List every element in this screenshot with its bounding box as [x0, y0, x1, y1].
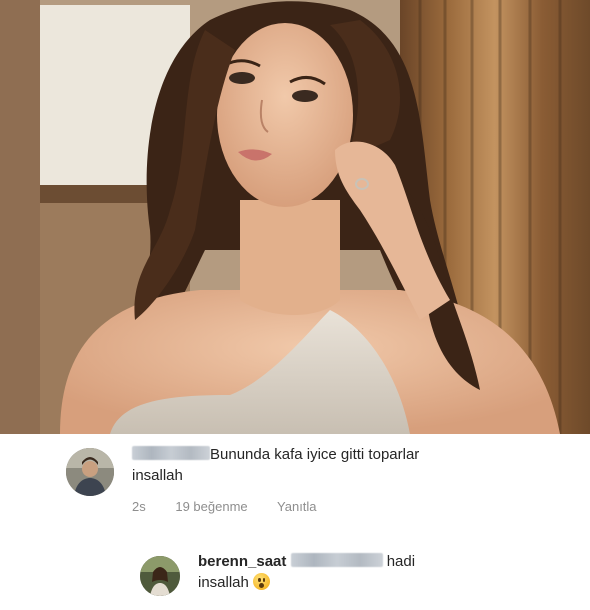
comment-likes[interactable]: 19 beğenme	[175, 499, 247, 514]
reply-text-after-mention: hadi	[386, 553, 416, 570]
reply-button[interactable]: Yanıtla	[277, 499, 317, 514]
comment-1: Bununda kafa iyice gitti toparlar insall…	[0, 436, 590, 546]
blurred-mention[interactable]	[290, 553, 383, 567]
blurred-username[interactable]	[132, 446, 210, 460]
comment-2: berenn_saat hadi insallah	[0, 546, 590, 610]
reply-text: berenn_saat hadi insallah	[198, 551, 558, 593]
reply-avatar-image	[140, 556, 180, 596]
reply-avatar[interactable]	[140, 556, 180, 596]
comment-text-line1: Bununda kafa iyice gitti toparlar	[210, 446, 420, 463]
avatar-image	[66, 448, 114, 496]
comment-text-line2: insallah	[132, 467, 183, 484]
comment-text: Bununda kafa iyice gitti toparlar insall…	[132, 444, 552, 486]
post-photo-illustration	[0, 0, 590, 434]
reply-username[interactable]: berenn_saat	[198, 553, 286, 570]
reply-text-line2: insallah	[198, 574, 249, 591]
post-photo[interactable]	[0, 0, 590, 434]
commenter-avatar[interactable]	[66, 448, 114, 496]
hushed-face-icon	[253, 573, 271, 590]
comment-meta: 2s 19 beğenme Yanıtla	[132, 499, 343, 514]
comment-time: 2s	[132, 499, 146, 514]
